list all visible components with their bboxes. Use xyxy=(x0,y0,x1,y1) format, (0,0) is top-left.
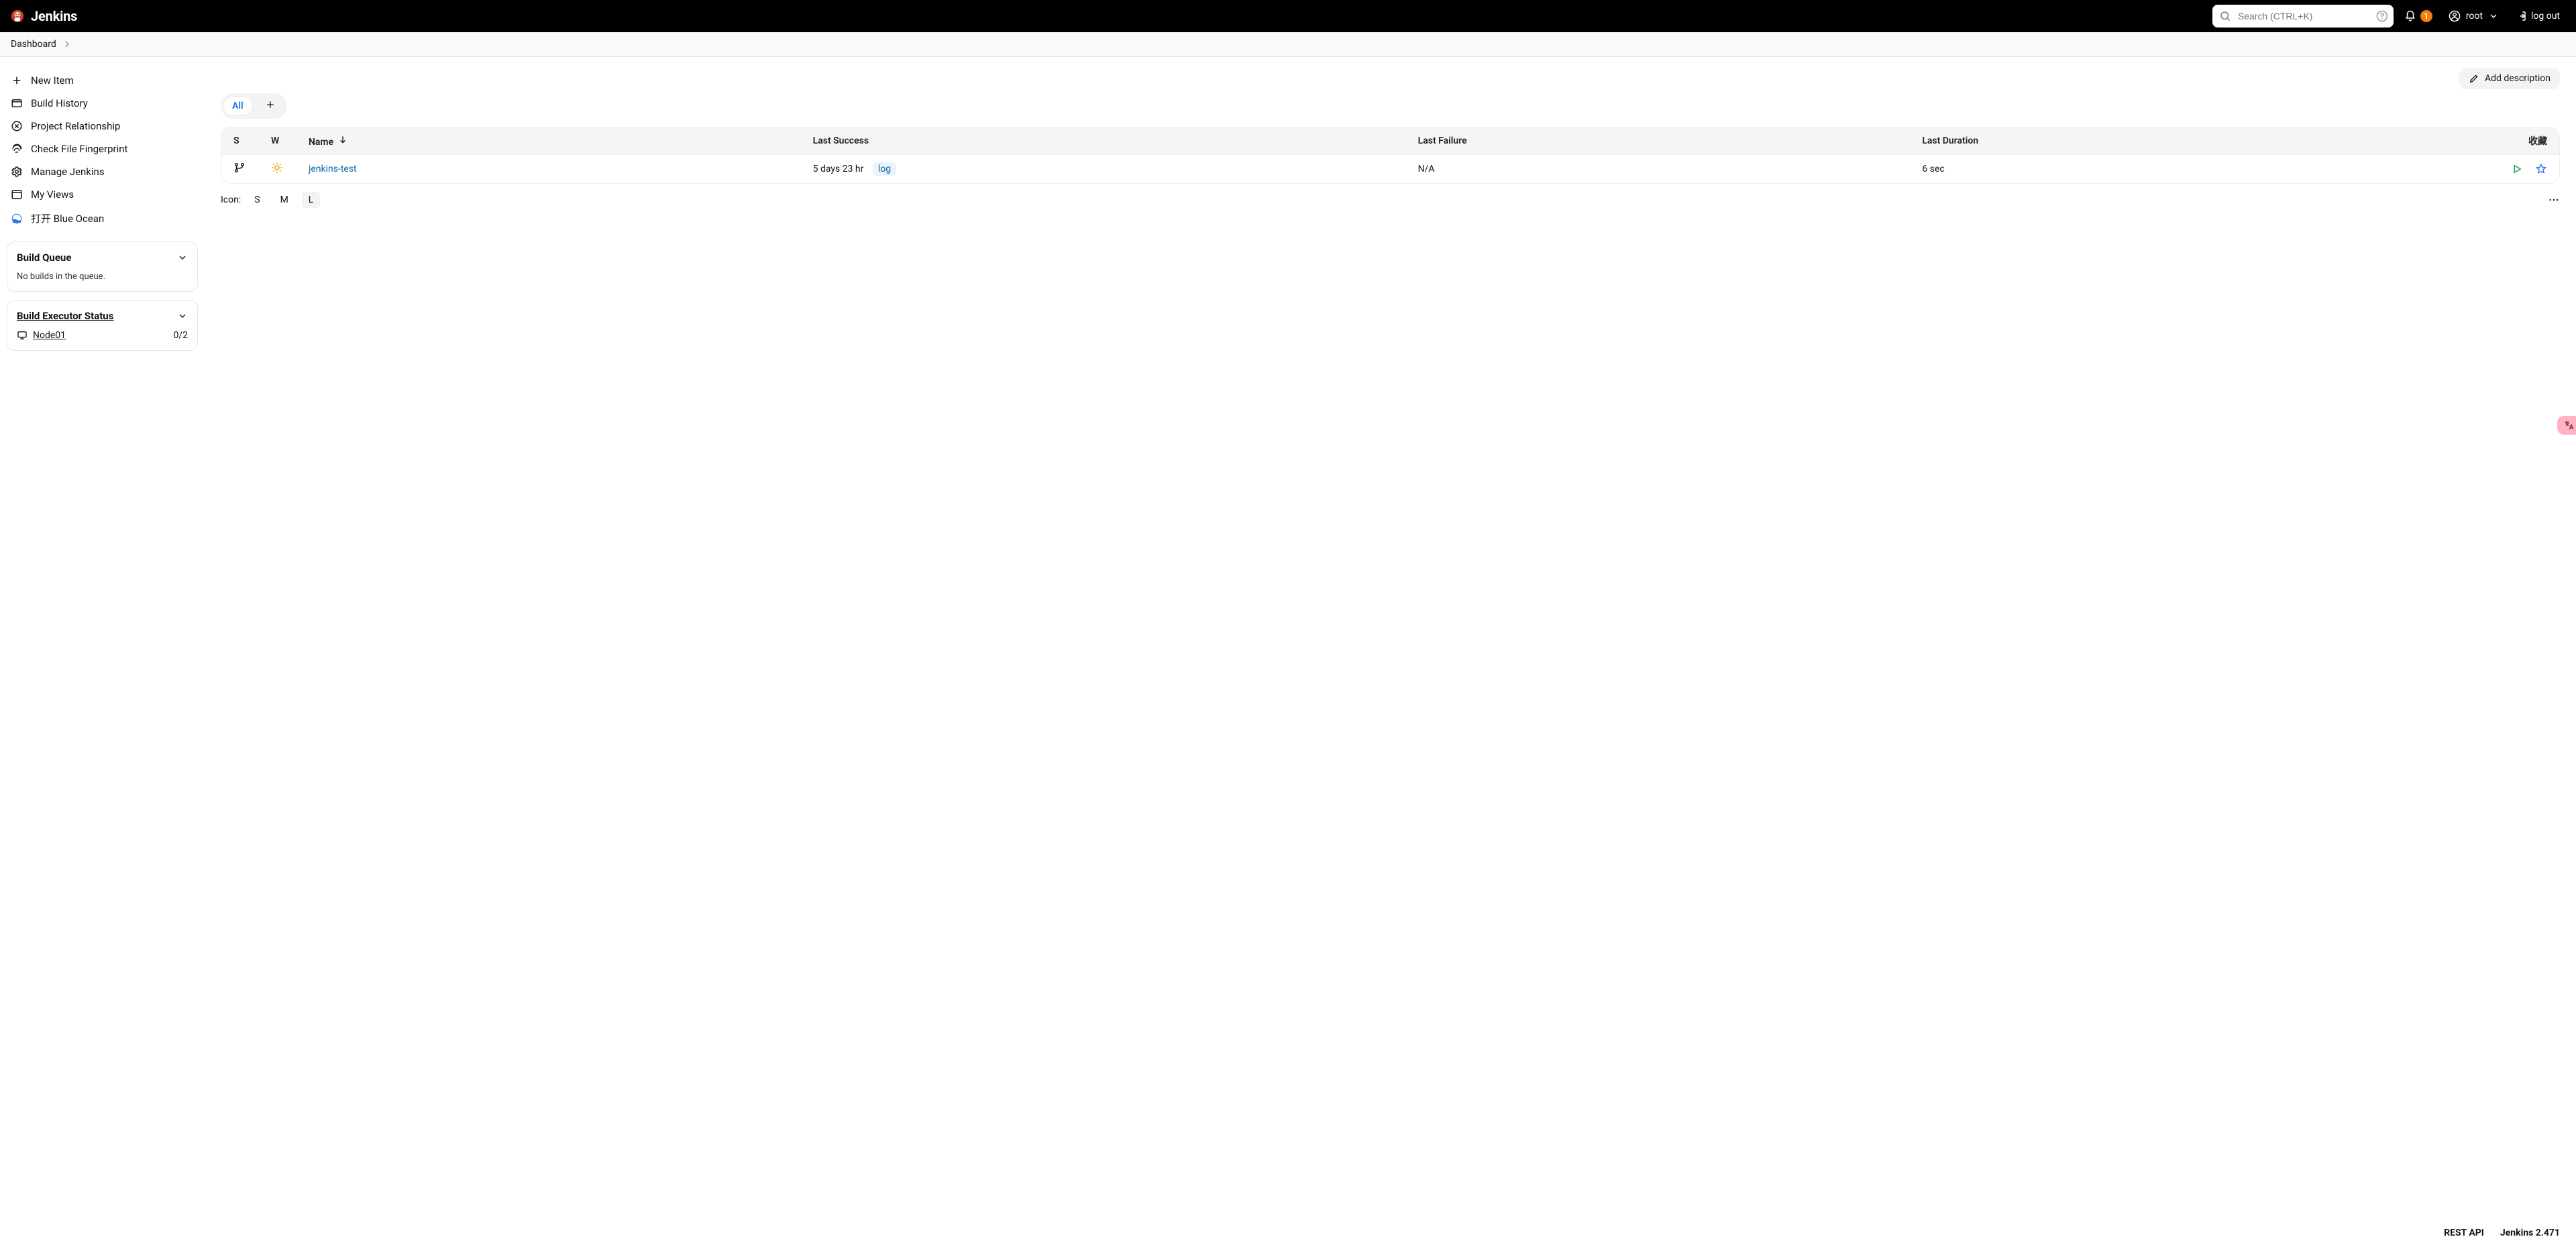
chevron-down-icon[interactable] xyxy=(177,311,188,321)
breadcrumb-dashboard[interactable]: Dashboard xyxy=(11,39,56,50)
user-menu[interactable]: root xyxy=(2443,6,2504,26)
main-content: Add description All S W Name Last Succes… xyxy=(205,57,2576,359)
col-last-duration-header[interactable]: Last Duration xyxy=(1922,136,2426,146)
notifications-count: 1 xyxy=(2420,10,2432,22)
col-weather-header[interactable]: W xyxy=(271,136,309,146)
view-tabs: All xyxy=(221,93,287,119)
gear-icon xyxy=(11,166,23,178)
breadcrumb-bar: Dashboard xyxy=(0,32,2576,57)
table-row: jenkins-test 5 days 23 hr log N/A 6 sec xyxy=(221,154,2559,183)
run-button[interactable] xyxy=(2511,163,2523,175)
footer: REST API Jenkins 2.471 xyxy=(2444,1228,2560,1238)
pencil-icon xyxy=(2469,73,2479,84)
logout-icon xyxy=(2515,10,2527,22)
sidebar-item-project-relationship[interactable]: Project Relationship xyxy=(7,115,198,138)
cell-last-success: 5 days 23 hr log xyxy=(813,162,1418,176)
icon-size-s[interactable]: S xyxy=(248,192,266,208)
username: root xyxy=(2466,11,2483,21)
plus-icon xyxy=(265,99,276,110)
icon-size-label: Icon: xyxy=(221,195,241,205)
sidebar: New Item Build History Project Relations… xyxy=(0,57,205,359)
sidebar-item-build-history[interactable]: Build History xyxy=(7,92,198,115)
chevron-right-icon xyxy=(62,39,72,50)
icon-size-m[interactable]: M xyxy=(274,192,295,208)
col-status-header[interactable]: S xyxy=(233,136,271,146)
tab-add[interactable] xyxy=(256,95,285,117)
job-link[interactable]: jenkins-test xyxy=(309,164,357,174)
build-queue-card: Build Queue No builds in the queue. xyxy=(7,241,198,292)
sidebar-item-new-item[interactable]: New Item xyxy=(7,69,198,92)
sidebar-item-label: My Views xyxy=(31,188,74,201)
executor-node-link[interactable]: Node01 xyxy=(17,330,66,341)
favorite-button[interactable] xyxy=(2535,163,2547,175)
icon-size-controls: Icon: S M L xyxy=(221,192,2560,208)
translate-icon xyxy=(2563,420,2574,431)
col-name-header[interactable]: Name xyxy=(309,134,813,148)
monitor-icon xyxy=(17,330,28,341)
logout-button[interactable]: log out xyxy=(2510,6,2565,26)
sidebar-item-label: Build History xyxy=(31,97,88,109)
bell-icon xyxy=(2404,10,2416,22)
window-icon xyxy=(11,188,23,201)
search-icon xyxy=(2219,10,2231,22)
brand-home-link[interactable]: Jenkins xyxy=(11,8,77,24)
cell-status xyxy=(233,162,271,176)
chevron-down-icon[interactable] xyxy=(177,252,188,263)
sort-down-icon xyxy=(337,134,348,145)
sidebar-item-blue-ocean[interactable]: 打开 Blue Ocean xyxy=(7,206,198,231)
sidebar-item-fingerprint[interactable]: Check File Fingerprint xyxy=(7,138,198,160)
log-link[interactable]: log xyxy=(873,162,896,176)
jobs-table-header: S W Name Last Success Last Failure Last … xyxy=(221,127,2559,154)
add-description-label: Add description xyxy=(2485,73,2551,84)
sun-icon xyxy=(271,162,283,174)
chevron-down-icon xyxy=(2488,11,2499,21)
logout-label: log out xyxy=(2531,11,2560,21)
executor-node-usage: 0/2 xyxy=(173,330,188,341)
executor-title[interactable]: Build Executor Status xyxy=(17,310,113,322)
cell-last-duration: 6 sec xyxy=(1922,164,2426,174)
col-last-success-header[interactable]: Last Success xyxy=(813,136,1418,146)
brand-name: Jenkins xyxy=(31,8,77,24)
more-menu[interactable] xyxy=(2548,194,2560,206)
jobs-table: S W Name Last Success Last Failure Last … xyxy=(221,127,2560,184)
sidebar-item-manage-jenkins[interactable]: Manage Jenkins xyxy=(7,160,198,183)
blue-ocean-icon xyxy=(11,213,23,225)
sidebar-item-label: Manage Jenkins xyxy=(31,166,105,178)
tab-all[interactable]: All xyxy=(223,97,253,115)
col-last-failure-header[interactable]: Last Failure xyxy=(1418,136,1923,146)
translate-tab[interactable] xyxy=(2557,416,2576,435)
sidebar-item-label: Project Relationship xyxy=(31,120,120,132)
notifications-button[interactable]: 1 xyxy=(2399,6,2438,26)
add-description-button[interactable]: Add description xyxy=(2459,68,2560,89)
jenkins-logo-icon xyxy=(11,9,24,23)
plus-icon xyxy=(11,74,23,87)
sidebar-item-label: New Item xyxy=(31,74,74,87)
build-queue-empty: No builds in the queue. xyxy=(17,272,188,282)
branch-icon xyxy=(233,162,246,174)
fingerprint-icon xyxy=(11,143,23,155)
history-icon xyxy=(11,97,23,109)
cell-weather xyxy=(271,162,309,176)
search-box[interactable] xyxy=(2212,5,2394,28)
relationship-icon xyxy=(11,120,23,132)
executor-card: Build Executor Status Node01 0/2 xyxy=(7,300,198,351)
sidebar-item-label: Check File Fingerprint xyxy=(31,143,127,155)
rest-api-link[interactable]: REST API xyxy=(2444,1228,2484,1238)
col-favorite-header[interactable]: 收藏 xyxy=(2426,134,2547,148)
icon-size-l[interactable]: L xyxy=(302,192,321,208)
build-queue-title: Build Queue xyxy=(17,252,71,264)
cell-last-failure: N/A xyxy=(1418,164,1923,174)
jenkins-version: Jenkins 2.471 xyxy=(2500,1228,2560,1238)
header-bar: Jenkins 1 root log out xyxy=(0,0,2576,32)
help-icon[interactable] xyxy=(2376,10,2388,22)
search-input[interactable] xyxy=(2237,10,2371,22)
sidebar-item-label: 打开 Blue Ocean xyxy=(31,211,104,225)
user-circle-icon xyxy=(2449,10,2461,22)
cell-name: jenkins-test xyxy=(309,164,813,174)
sidebar-item-my-views[interactable]: My Views xyxy=(7,183,198,206)
executor-node-name: Node01 xyxy=(33,330,66,341)
